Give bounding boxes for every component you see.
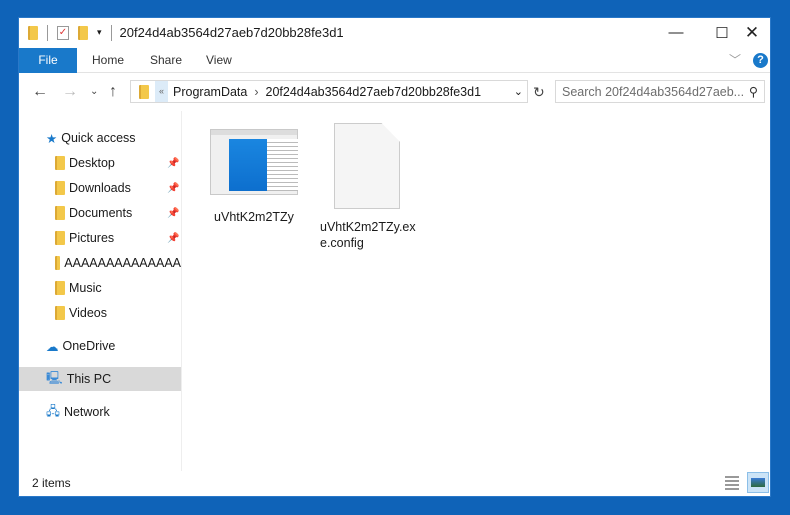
file-list: uVhtK2m2TZy uVhtK2m2TZy.ex e.config: [184, 111, 770, 471]
tab-share[interactable]: Share: [150, 48, 182, 73]
forward-button[interactable]: →: [62, 79, 78, 105]
breadcrumb-current[interactable]: 20f24d4ab3564d27aeb7d20bb28fe3d1: [266, 85, 482, 99]
sidebar-item-quick-access[interactable]: ★ Quick access: [19, 126, 181, 150]
pin-icon: 📌: [167, 232, 180, 244]
file-item[interactable]: uVhtK2m2TZy.ex e.config: [317, 123, 417, 251]
status-bar: 2 items: [19, 470, 770, 496]
sidebar-item-videos[interactable]: Videos: [19, 301, 181, 325]
music-folder-icon: [55, 281, 65, 295]
search-icon: ⚲: [748, 85, 758, 99]
breadcrumb-programdata[interactable]: ProgramData: [173, 85, 247, 99]
up-button[interactable]: ↑: [109, 79, 117, 105]
sidebar-item-label: Documents: [69, 206, 133, 220]
pictures-folder-icon: [55, 231, 65, 245]
folder-icon: [55, 256, 61, 270]
sidebar-item-music[interactable]: Music: [19, 276, 181, 300]
tab-view[interactable]: View: [206, 48, 232, 73]
tab-home[interactable]: Home: [92, 48, 124, 73]
application-icon: [210, 129, 298, 195]
desktop-folder-icon: [55, 156, 65, 170]
sidebar-item-documents[interactable]: Documents 📌: [19, 201, 181, 225]
new-folder-icon[interactable]: [78, 25, 88, 40]
star-icon: ★: [46, 131, 58, 146]
sidebar-item-label: This PC: [66, 372, 112, 386]
sidebar-item-label: Pictures: [69, 231, 115, 245]
customize-toolbar-icon[interactable]: ▾: [97, 27, 102, 38]
address-bar[interactable]: « ProgramData › 20f24d4ab3564d27aeb7d20b…: [130, 80, 528, 103]
divider: [110, 24, 112, 41]
search-input[interactable]: Search 20f24d4ab3564d27aeb... ⚲: [555, 80, 765, 103]
file-name-line: e.config: [320, 236, 364, 250]
minimize-button[interactable]: —: [653, 18, 699, 47]
explorer-window: ✓ ▾ 20f24d4ab3564d27aeb7d20bb28fe3d1 — ☐…: [18, 17, 771, 497]
sidebar-item-label: Videos: [69, 306, 107, 320]
address-dropdown-icon[interactable]: ⌄: [514, 85, 523, 98]
file-name-line: uVhtK2m2TZy.ex: [320, 220, 416, 234]
generic-file-icon: [334, 123, 400, 209]
divider: [47, 24, 48, 41]
refresh-icon[interactable]: ↻: [533, 79, 545, 105]
navigation-pane: ★ Quick access Desktop 📌 Downloads 📌 Docume…: [19, 111, 182, 471]
chevron-right-icon: ›: [254, 84, 259, 99]
file-name: uVhtK2m2TZy: [214, 210, 294, 224]
pin-icon: 📌: [167, 207, 180, 219]
expand-ribbon-icon[interactable]: ﹀: [729, 48, 741, 73]
back-button[interactable]: ←: [32, 79, 48, 105]
sidebar-item-label: Network: [63, 405, 110, 419]
sidebar-item-label: OneDrive: [62, 339, 116, 353]
sidebar-item-label: Quick access: [61, 131, 136, 145]
sidebar-item-label: Desktop: [69, 156, 115, 170]
sidebar-item-desktop[interactable]: Desktop 📌: [19, 151, 181, 175]
help-icon[interactable]: ?: [753, 53, 768, 68]
overflow-icon[interactable]: «: [155, 81, 169, 102]
recent-locations-icon[interactable]: ⌄: [90, 79, 98, 105]
address-row: ← → ⌄ ↑ « ProgramData › 20f24d4ab3564d27…: [19, 79, 770, 105]
item-count: 2 items: [32, 476, 71, 490]
sidebar-item-downloads[interactable]: Downloads 📌: [19, 176, 181, 200]
downloads-folder-icon: [55, 181, 65, 195]
quick-access-toolbar: ✓ ▾: [19, 24, 112, 41]
sidebar-item-label: AAAAAAAAAAAAAA: [64, 256, 181, 270]
sidebar-item-this-pc[interactable]: 🖳 This PC: [19, 367, 181, 391]
sidebar-item-folder[interactable]: AAAAAAAAAAAAAA: [19, 251, 181, 275]
computer-icon: 🖳: [46, 370, 63, 385]
sidebar-item-network[interactable]: 🖧 Network: [19, 400, 181, 424]
sidebar-item-label: Downloads: [69, 181, 131, 195]
cloud-icon: ☁: [46, 339, 59, 354]
window-title: 20f24d4ab3564d27aeb7d20bb28fe3d1: [119, 25, 344, 40]
documents-folder-icon: [55, 206, 65, 220]
title-bar: ✓ ▾ 20f24d4ab3564d27aeb7d20bb28fe3d1 — ☐…: [19, 18, 770, 47]
close-button[interactable]: ✕: [729, 18, 775, 47]
network-icon: 🖧: [46, 403, 60, 418]
folder-icon: [139, 84, 149, 99]
picture-icon: [751, 478, 765, 487]
file-item[interactable]: uVhtK2m2TZy: [204, 129, 304, 225]
tab-file[interactable]: File: [19, 48, 77, 73]
search-placeholder: Search 20f24d4ab3564d27aeb...: [562, 84, 745, 99]
large-icons-view-button[interactable]: [747, 472, 769, 493]
videos-folder-icon: [55, 306, 65, 320]
sidebar-item-label: Music: [69, 281, 102, 295]
pin-icon: 📌: [167, 182, 180, 194]
pin-icon: 📌: [167, 157, 180, 169]
sidebar-item-pictures[interactable]: Pictures 📌: [19, 226, 181, 250]
details-view-button[interactable]: [725, 476, 739, 490]
properties-icon[interactable]: ✓: [57, 25, 69, 40]
sidebar-item-onedrive[interactable]: ☁ OneDrive: [19, 334, 181, 358]
ribbon: File Home Share View ﹀ ?: [19, 48, 770, 73]
folder-icon: [28, 25, 38, 40]
